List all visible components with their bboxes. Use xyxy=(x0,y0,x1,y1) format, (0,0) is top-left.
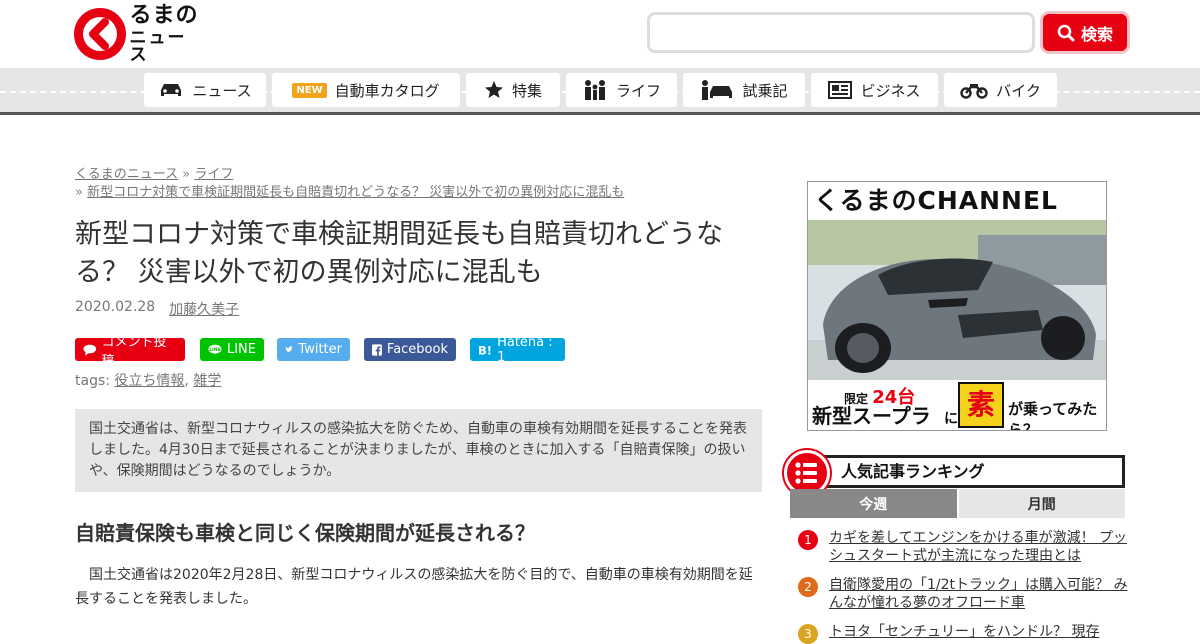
search-input[interactable] xyxy=(647,12,1035,53)
article-meta: 2020.02.28 加藤久美子 xyxy=(75,299,239,319)
breadcrumb-separator: » xyxy=(178,167,195,182)
ranking-item-link[interactable]: 自衛隊愛用の「1/2tトラック」は購入可能？ みんなが憧れる夢のオフロード車 xyxy=(829,576,1129,612)
nav-item-catalog[interactable]: NEW 自動車カタログ xyxy=(272,73,460,107)
hatena-share-button[interactable]: B! Hatena : 1 xyxy=(470,335,565,365)
channel-banner-ad[interactable]: くるまのCHANNEL 限定 24台 新型スープラ に 素人 が乗ってみたら？ xyxy=(807,181,1107,431)
search-button[interactable]: 検索 xyxy=(1043,14,1127,51)
tab-weekly[interactable]: 今週 xyxy=(790,489,957,518)
comment-button[interactable]: コメント投稿 xyxy=(75,335,185,369)
hatena-bookmark-icon: B! xyxy=(478,343,492,357)
tag-link[interactable]: 役立ち情報 xyxy=(114,373,184,389)
breadcrumb-separator: » xyxy=(75,185,88,200)
nav-label-life: ライフ xyxy=(615,81,661,100)
newspaper-icon xyxy=(828,81,853,99)
article-title: 新型コロナ対策で車検証期間延長も自賠責切れどうなる？ 災害以外で初の異例対応に混… xyxy=(75,219,723,288)
nav-label-feature: 特集 xyxy=(511,81,542,100)
supra-photo xyxy=(808,220,1106,380)
nav-label-bike: バイク xyxy=(996,81,1041,100)
line-icon: LINE xyxy=(208,344,222,354)
svg-text:B!: B! xyxy=(478,343,492,357)
ranking-item-link[interactable]: カギを差してエンジンをかける車が激減！ プッシュスタート式が主流になった理由とは xyxy=(829,529,1129,565)
tab-monthly[interactable]: 月間 xyxy=(958,489,1125,518)
ranking-header: 人気記事ランキング xyxy=(784,450,1125,496)
section-heading: 自賠責保険も車検と同じく保険期間が延長される？ xyxy=(75,521,535,545)
banner-caption: 限定 24台 新型スープラ に 素人 が乗ってみたら？ xyxy=(808,380,1106,431)
logo-text-line1: るまの xyxy=(129,2,199,28)
banner-title-text: くるまのCHANNEL xyxy=(814,186,1058,215)
ranking-tabs: 今週 月間 xyxy=(790,489,1125,518)
nav-item-news[interactable]: ニュース xyxy=(144,73,266,107)
star-icon xyxy=(484,81,503,98)
twitter-share-button[interactable]: Twitter xyxy=(277,338,350,361)
article-tags: tags: 役立ち情報, 雑学 xyxy=(75,370,221,390)
ranking-title: 人気記事ランキング xyxy=(808,455,1125,488)
nav-label-test-drive: 試乗記 xyxy=(742,81,788,100)
nav-item-life[interactable]: ライフ xyxy=(566,73,677,107)
breadcrumb-home-link[interactable]: くるまのニュース xyxy=(75,167,178,182)
motorcycle-icon xyxy=(960,84,988,99)
car-icon xyxy=(161,84,182,96)
search-icon xyxy=(1057,24,1075,41)
facebook-icon xyxy=(372,343,382,356)
article-lead: 国土交通省は、新型コロナウィルスの感染拡大を防ぐため、自動車の車検有効期間を延長… xyxy=(75,409,762,492)
main-nav: ニュース NEW 自動車カタログ 特集 ライフ 試乗記 ビジネス バイク xyxy=(0,68,1200,115)
tag-separator: , xyxy=(184,373,194,389)
site-logo[interactable]: るまの ニュース xyxy=(74,2,204,63)
comment-button-label: コメント投稿 xyxy=(101,334,167,369)
article-body-paragraph: 国土交通省は2020年2月28日、新型コロナウィルスの感染拡大を防ぐ目的で、自動… xyxy=(75,567,753,607)
facebook-share-label: Facebook xyxy=(386,342,448,357)
nav-label-business: ビジネス xyxy=(860,81,921,100)
nav-item-business[interactable]: ビジネス xyxy=(811,73,938,107)
facebook-share-button[interactable]: Facebook xyxy=(364,338,456,361)
nav-item-feature[interactable]: 特集 xyxy=(466,73,560,107)
new-badge: NEW xyxy=(292,82,327,98)
twitter-bird-icon xyxy=(285,346,293,353)
rank-number: 3 xyxy=(798,624,818,644)
banner-amateur: 素人 xyxy=(958,382,1004,428)
twitter-share-label: Twitter xyxy=(298,342,342,357)
author-link[interactable]: 加藤久美子 xyxy=(169,299,239,319)
nav-label-news: ニュース xyxy=(192,81,252,100)
ranking-item-link[interactable]: トヨタ「センチュリー」をハンドル？ 現存 xyxy=(829,623,1129,641)
logo-text-line2: ニュース xyxy=(129,27,187,65)
banner-tried: が乗ってみたら？ xyxy=(1008,400,1098,431)
nav-item-bike[interactable]: バイク xyxy=(944,73,1057,107)
search-button-label: 検索 xyxy=(1080,24,1113,44)
test-drive-icon xyxy=(702,80,733,100)
tag-link[interactable]: 雑学 xyxy=(193,373,221,389)
rank-number: 2 xyxy=(798,577,818,597)
tags-label: tags: xyxy=(75,373,110,389)
breadcrumb-category-link[interactable]: ライフ xyxy=(194,167,233,182)
breadcrumb-current-link[interactable]: 新型コロナ対策で車検証期間延長も自賠責切れどうなる？ 災害以外で初の異例対応に混… xyxy=(87,185,624,200)
article-date: 2020.02.28 xyxy=(75,299,156,315)
family-icon xyxy=(584,80,605,100)
svg-text:LINE: LINE xyxy=(209,347,221,353)
site-header: るまの ニュース 検索 xyxy=(0,0,1200,68)
breadcrumb: くるまのニュース » ライフ » 新型コロナ対策で車検証期間延長も自賠責切れどう… xyxy=(75,166,765,202)
logo-mark xyxy=(74,8,126,60)
banner-model: 新型スープラ xyxy=(812,404,931,428)
banner-particle: に xyxy=(944,411,958,427)
speech-bubble-icon xyxy=(83,344,97,356)
rank-number: 1 xyxy=(798,530,818,550)
nav-item-test-drive[interactable]: 試乗記 xyxy=(683,73,805,107)
banner-title: くるまのCHANNEL xyxy=(808,182,1106,252)
hatena-share-label: Hatena : 1 xyxy=(497,334,553,365)
line-share-button[interactable]: LINE LINE xyxy=(200,338,264,361)
nav-label-catalog: 自動車カタログ xyxy=(334,81,440,100)
line-share-label: LINE xyxy=(226,342,256,357)
